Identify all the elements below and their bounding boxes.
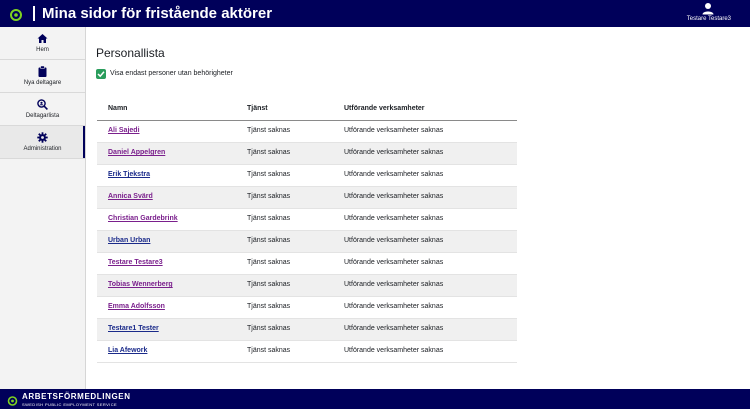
app-title: Mina sidor för fristående aktörer bbox=[42, 5, 273, 22]
table-row: Testare1 Tester Tjänst saknas Utförande … bbox=[97, 319, 517, 341]
table-header: Namn Tjänst Utförande verksamheter bbox=[97, 101, 517, 121]
operations-cell: Utförande verksamheter saknas bbox=[344, 347, 444, 354]
operations-cell: Utförande verksamheter saknas bbox=[344, 171, 444, 178]
sidebar-item-deltagarlista[interactable]: Deltagarlista bbox=[0, 93, 85, 126]
person-name-link[interactable]: Emma Adolfsson bbox=[108, 303, 165, 310]
service-cell: Tjänst saknas bbox=[247, 281, 291, 288]
person-name-link[interactable]: Testare Testare3 bbox=[108, 259, 163, 266]
service-cell: Tjänst saknas bbox=[247, 215, 291, 222]
arbetsformedlingen-footer-logo-icon bbox=[7, 396, 18, 406]
service-cell: Tjänst saknas bbox=[247, 347, 291, 354]
sidebar-item-label: Hem bbox=[36, 47, 49, 53]
person-name-link[interactable]: Ali Sajedi bbox=[108, 127, 140, 134]
gear-icon bbox=[37, 132, 48, 143]
table-row: Urban Urban Tjänst saknas Utförande verk… bbox=[97, 231, 517, 253]
operations-cell: Utförande verksamheter saknas bbox=[344, 193, 444, 200]
top-header: Mina sidor för fristående aktörer Testar… bbox=[0, 0, 750, 27]
sidebar: Hem Nya deltagare Deltagarlista Administ… bbox=[0, 27, 86, 389]
operations-cell: Utförande verksamheter saknas bbox=[344, 325, 444, 332]
table-row: Daniel Appelgren Tjänst saknas Utförande… bbox=[97, 143, 517, 165]
column-header-tjanst: Tjänst bbox=[247, 105, 268, 112]
title-divider bbox=[33, 6, 35, 21]
user-name[interactable]: Testare Testare3 bbox=[687, 16, 731, 22]
sidebar-item-nya-deltagare[interactable]: Nya deltagare bbox=[0, 60, 85, 93]
table-row: Testare Testare3 Tjänst saknas Utförande… bbox=[97, 253, 517, 275]
person-name-link[interactable]: Christian Gardebrink bbox=[108, 215, 178, 222]
personnel-table: Namn Tjänst Utförande verksamheter Ali S… bbox=[97, 101, 517, 363]
footer: ARBETSFÖRMEDLINGEN SWEDISH PUBLIC EMPLOY… bbox=[0, 389, 750, 409]
service-cell: Tjänst saknas bbox=[247, 237, 291, 244]
table-row: Emma Adolfsson Tjänst saknas Utförande v… bbox=[97, 297, 517, 319]
table-row: Ali Sajedi Tjänst saknas Utförande verks… bbox=[97, 121, 517, 143]
person-name-link[interactable]: Testare1 Tester bbox=[108, 325, 159, 332]
table-row: Annica Svärd Tjänst saknas Utförande ver… bbox=[97, 187, 517, 209]
arbetsformedlingen-logo-icon[interactable] bbox=[9, 7, 23, 21]
operations-cell: Utförande verksamheter saknas bbox=[344, 149, 444, 156]
filter-checkbox[interactable] bbox=[96, 69, 106, 79]
search-person-icon bbox=[37, 99, 48, 110]
operations-cell: Utförande verksamheter saknas bbox=[344, 303, 444, 310]
table-row: Tobias Wennerberg Tjänst saknas Utförand… bbox=[97, 275, 517, 297]
sidebar-item-label: Nya deltagare bbox=[23, 80, 62, 86]
service-cell: Tjänst saknas bbox=[247, 171, 291, 178]
table-row: Lia Afework Tjänst saknas Utförande verk… bbox=[97, 341, 517, 363]
person-name-link[interactable]: Daniel Appelgren bbox=[108, 149, 165, 156]
column-header-namn: Namn bbox=[108, 105, 128, 112]
filter-checkbox-label[interactable]: Visa endast personer utan behörigheter bbox=[110, 70, 233, 77]
sidebar-item-hem[interactable]: Hem bbox=[0, 27, 85, 60]
sidebar-item-administration[interactable]: Administration bbox=[0, 126, 85, 159]
service-cell: Tjänst saknas bbox=[247, 127, 291, 134]
column-header-utforande-verksamheter: Utförande verksamheter bbox=[344, 105, 425, 112]
sidebar-item-label: Deltagarlista bbox=[25, 113, 60, 119]
operations-cell: Utförande verksamheter saknas bbox=[344, 237, 444, 244]
person-name-link[interactable]: Lia Afework bbox=[108, 347, 147, 354]
person-name-link[interactable]: Annica Svärd bbox=[108, 193, 153, 200]
operations-cell: Utförande verksamheter saknas bbox=[344, 259, 444, 266]
operations-cell: Utförande verksamheter saknas bbox=[344, 281, 444, 288]
user-icon[interactable] bbox=[702, 2, 714, 15]
checkmark-icon bbox=[97, 71, 105, 78]
table-row: Erik Tjekstra Tjänst saknas Utförande ve… bbox=[97, 165, 517, 187]
table-row: Christian Gardebrink Tjänst saknas Utför… bbox=[97, 209, 517, 231]
service-cell: Tjänst saknas bbox=[247, 193, 291, 200]
service-cell: Tjänst saknas bbox=[247, 149, 291, 156]
service-cell: Tjänst saknas bbox=[247, 325, 291, 332]
footer-subtitle: SWEDISH PUBLIC EMPLOYMENT SERVICE bbox=[22, 402, 118, 407]
operations-cell: Utförande verksamheter saknas bbox=[344, 215, 444, 222]
clipboard-icon bbox=[38, 66, 47, 77]
page-title: Personallista bbox=[96, 46, 165, 60]
person-name-link[interactable]: Tobias Wennerberg bbox=[108, 281, 173, 288]
footer-brand: ARBETSFÖRMEDLINGEN bbox=[22, 392, 131, 401]
sidebar-item-label: Administration bbox=[23, 146, 62, 152]
service-cell: Tjänst saknas bbox=[247, 303, 291, 310]
home-icon bbox=[37, 34, 48, 43]
person-name-link[interactable]: Urban Urban bbox=[108, 237, 150, 244]
person-name-link[interactable]: Erik Tjekstra bbox=[108, 171, 150, 178]
service-cell: Tjänst saknas bbox=[247, 259, 291, 266]
operations-cell: Utförande verksamheter saknas bbox=[344, 127, 444, 134]
